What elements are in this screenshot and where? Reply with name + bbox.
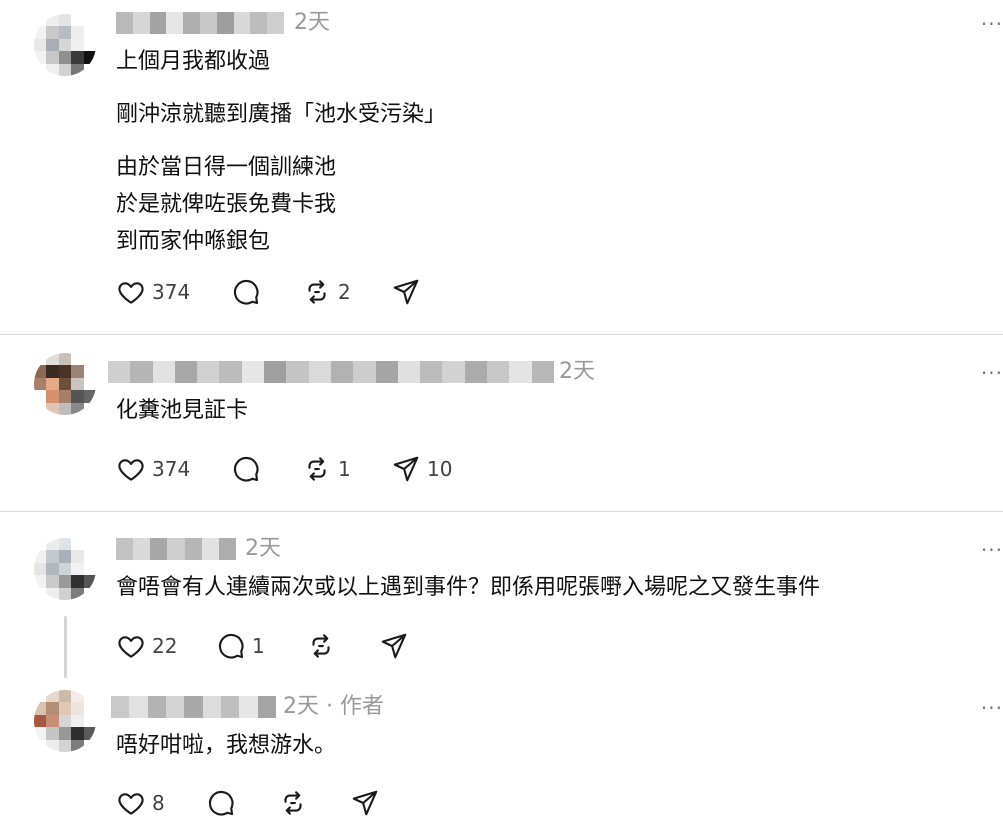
post-time: 2天 [294, 10, 330, 35]
username-blurred[interactable] [108, 361, 554, 383]
repost-icon [308, 280, 326, 304]
username-blurred[interactable] [111, 696, 276, 718]
username-blurred[interactable] [116, 538, 236, 560]
repost-count: 1 [338, 457, 351, 481]
post-line: 會唔會有人連續兩次或以上遇到事件？即係用呢張嘢入場呢之又發生事件 [116, 575, 821, 600]
like-count: 22 [152, 634, 178, 658]
repost-button[interactable]: 1 [302, 454, 351, 484]
send-icon [381, 633, 407, 659]
share-button[interactable] [379, 631, 415, 661]
like-button[interactable]: 374 [116, 454, 190, 484]
post-body: 唔好咁啦，我想游水。 [116, 727, 336, 764]
post-line: 到而家仲喺銀包 [116, 229, 271, 254]
share-button[interactable] [350, 788, 386, 818]
comment-post-3: 2天 ··· 會唔會有人連續兩次或以上遇到事件？即係用呢張嘢入場呢之又發生事件 … [0, 512, 1003, 678]
comment-post-4: 2天 · 作者 ··· 唔好咁啦，我想游水。 8 [0, 678, 1003, 824]
more-dots-icon[interactable]: ··· [981, 14, 1003, 34]
send-icon [352, 790, 378, 816]
post-line: 剛沖涼就聽到廣播「池水受污染」 [116, 102, 447, 127]
post-time: 2天 · 作者 [283, 694, 384, 719]
reply-button[interactable] [231, 454, 267, 484]
username-blurred[interactable] [116, 12, 284, 34]
like-count: 374 [152, 280, 191, 304]
post-body: 會唔會有人連續兩次或以上遇到事件？即係用呢張嘢入場呢之又發生事件 [116, 569, 820, 606]
repost-icon [312, 634, 330, 658]
heart-icon [118, 282, 144, 304]
post-time: 2天 [559, 359, 595, 384]
thread-line [64, 616, 67, 678]
share-count: 10 [427, 457, 453, 481]
action-bar: 374 1 10 [116, 454, 476, 484]
action-bar: 8 [116, 788, 396, 818]
comment-icon [233, 279, 259, 305]
repost-button[interactable]: 2 [302, 277, 351, 307]
avatar[interactable] [34, 14, 96, 76]
comment-icon [233, 456, 259, 482]
comment-post-1: 2天 ··· 上個月我都收過 剛沖涼就聽到廣播「池水受污染」 由於當日得一個訓練… [0, 0, 1003, 334]
repost-count: 2 [338, 280, 351, 304]
reply-button[interactable]: 1 [216, 631, 265, 661]
repost-icon [308, 457, 326, 481]
post-line: 由於當日得一個訓練池 [116, 155, 337, 180]
avatar[interactable] [34, 353, 96, 415]
heart-icon [118, 459, 144, 481]
repost-icon [284, 791, 302, 815]
more-dots-icon[interactable]: ··· [981, 540, 1003, 560]
like-count: 8 [152, 791, 165, 815]
comment-post-2: 2天 ··· 化糞池見証卡 374 1 10 [0, 335, 1003, 511]
like-button[interactable]: 374 [116, 277, 190, 307]
send-icon [393, 279, 419, 305]
action-bar: 22 1 [116, 631, 416, 661]
post-body: 化糞池見証卡 [116, 392, 248, 429]
reply-count: 1 [252, 634, 265, 658]
action-bar: 374 2 [116, 277, 456, 307]
heart-icon [118, 793, 144, 815]
share-button[interactable]: 10 [391, 454, 452, 484]
avatar[interactable] [34, 690, 96, 752]
post-line: 上個月我都收過 [116, 49, 271, 74]
send-icon [393, 456, 419, 482]
more-dots-icon[interactable]: ··· [981, 363, 1003, 383]
more-dots-icon[interactable]: ··· [981, 698, 1003, 718]
post-time: 2天 [245, 536, 281, 561]
post-line: 化糞池見証卡 [116, 398, 249, 423]
post-body: 上個月我都收過 剛沖涼就聽到廣播「池水受污染」 由於當日得一個訓練池 於是就俾咗… [116, 43, 446, 260]
comment-icon [218, 633, 244, 659]
like-button[interactable]: 8 [116, 788, 165, 818]
like-button[interactable]: 22 [116, 631, 177, 661]
share-button[interactable] [391, 277, 427, 307]
comment-icon [208, 790, 234, 816]
like-count: 374 [152, 457, 191, 481]
heart-icon [118, 636, 144, 658]
post-line: 於是就俾咗張免費卡我 [116, 192, 337, 217]
reply-button[interactable] [231, 277, 267, 307]
repost-button[interactable] [306, 631, 342, 661]
reply-button[interactable] [206, 788, 242, 818]
post-line: 唔好咁啦，我想游水。 [116, 733, 337, 758]
repost-button[interactable] [278, 788, 314, 818]
avatar[interactable] [34, 538, 96, 600]
